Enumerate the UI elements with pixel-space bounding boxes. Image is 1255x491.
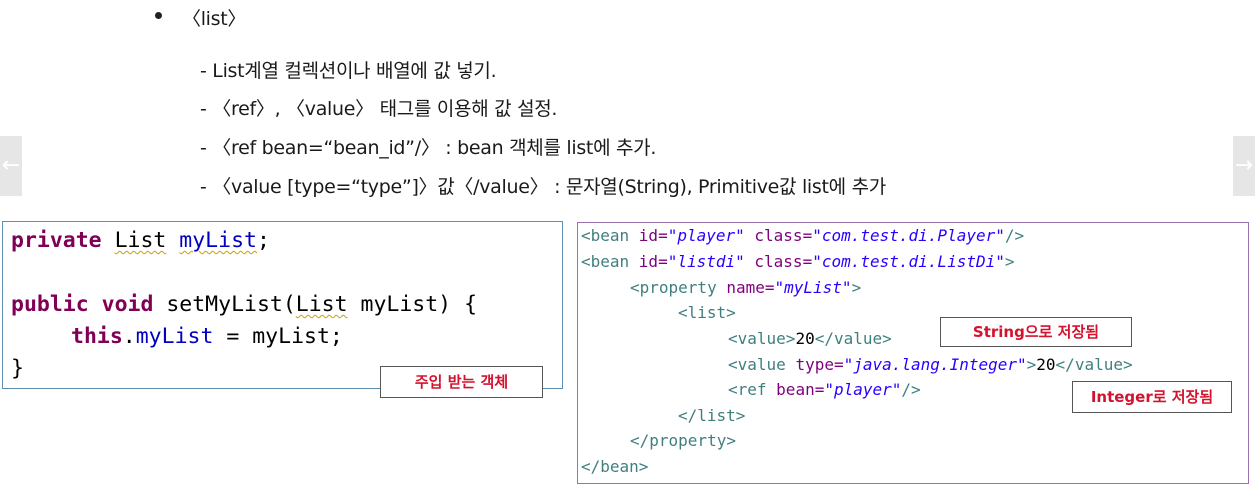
assign-rest: = myList; xyxy=(213,324,343,349)
keyword-private: private xyxy=(11,228,102,253)
java-line-method: public void setMyList(List myList) { xyxy=(11,292,477,317)
xml-line-10: </bean> xyxy=(581,457,649,476)
keyword-public: public xyxy=(11,292,89,317)
callout-string-saved: String으로 저장됨 xyxy=(940,317,1132,347)
type-list: List xyxy=(114,228,167,253)
callout-integer-saved: Integer로 저장됨 xyxy=(1072,381,1232,413)
xml-line-2: <bean id="listdi" class="com.test.di.Lis… xyxy=(581,252,1015,271)
prev-slide-button[interactable]: ← xyxy=(0,136,22,196)
bullet-title: 〈list〉 xyxy=(182,8,247,30)
java-code-panel: private List myList; public void setMyLi… xyxy=(2,221,563,389)
semicolon: ; xyxy=(256,228,270,253)
callout-injected-object: 주입 받는 객체 xyxy=(380,366,543,398)
bullet-item-2: - 〈ref〉, 〈value〉 태그를 이용해 값 설정. xyxy=(200,98,558,120)
keyword-this: this xyxy=(71,324,123,349)
param-rest: myList) { xyxy=(347,292,478,317)
next-slide-button[interactable]: → xyxy=(1233,136,1255,196)
java-line-close: } xyxy=(11,356,24,381)
xml-line-7: <ref bean="player"/> xyxy=(728,380,921,399)
bullet-item-1: - List계열 컬렉션이나 배열에 값 넣기. xyxy=(200,60,497,82)
xml-line-5: <value>20</value> xyxy=(728,329,892,348)
arrow-right-icon: → xyxy=(1234,153,1254,178)
xml-line-8: </list> xyxy=(678,406,746,425)
assign-field: myList xyxy=(135,324,214,349)
xml-line-4: <list> xyxy=(678,303,736,322)
field-mylist: myList xyxy=(179,228,257,253)
bullet-dot xyxy=(155,12,162,19)
keyword-void: void xyxy=(101,292,154,317)
xml-line-9: </property> xyxy=(630,431,736,450)
xml-line-6: <value type="java.lang.Integer">20</valu… xyxy=(728,355,1133,374)
param-type: List xyxy=(295,292,348,317)
java-line-assign: this.myList = myList; xyxy=(71,324,343,349)
method-signature: setMyList( xyxy=(153,292,296,317)
arrow-left-icon: ← xyxy=(1,153,21,178)
bullet-item-3: - 〈ref bean=“bean_id”/〉 : bean 객체를 list에… xyxy=(200,137,657,159)
xml-line-3: <property name="myList"> xyxy=(630,278,862,297)
java-line-field: private List myList; xyxy=(11,228,270,253)
xml-line-1: <bean id="player" class="com.test.di.Pla… xyxy=(581,226,1025,245)
xml-code-panel: <bean id="player" class="com.test.di.Pla… xyxy=(577,222,1249,484)
bullet-item-4: - 〈value [type=“type”]〉값〈/value〉 : 문자열(S… xyxy=(200,176,886,198)
